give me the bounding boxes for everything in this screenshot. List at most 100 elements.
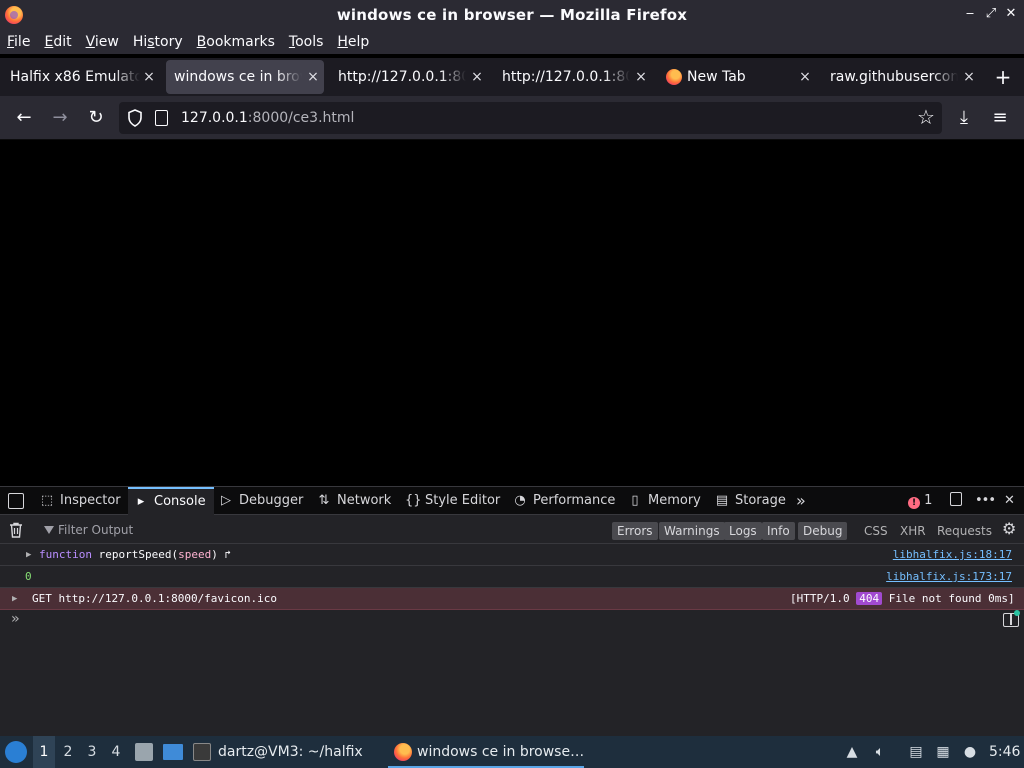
menu-bookmarks[interactable]: Bookmarks [197,34,275,50]
filter-debug-button[interactable]: Debug [798,522,848,540]
workspace-1[interactable]: 1 [33,736,55,768]
console-message[interactable]: ▶ function reportSpeed(speed) ↱ libhalfi… [0,544,1024,566]
tab-close-button[interactable]: × [634,60,648,94]
filter-warnings-button[interactable]: Warnings [659,522,725,540]
clear-console-icon[interactable] [9,522,23,538]
element-picker-icon[interactable] [8,493,24,509]
devtools-more-button[interactable]: ••• [975,487,996,515]
menu-history[interactable]: History [133,34,183,50]
url-text[interactable]: 127.0.0.1:8000/ce3.html [181,102,354,134]
tab-strip: Halfix x86 Emulator × windows ce in brow… [0,58,1024,96]
menu-help[interactable]: Help [337,34,369,50]
devtools-tab-storage[interactable]: ▤ Storage [715,487,786,515]
menu-file[interactable]: File [7,34,30,50]
downloads-button[interactable]: ⤓ [952,106,976,130]
tab-halfix[interactable]: Halfix x86 Emulator × [0,60,160,94]
tab-windows-ce[interactable]: windows ce in browser × [166,60,324,94]
tracking-shield-icon[interactable] [127,109,143,127]
console-settings-icon[interactable]: ⚙ [1002,520,1016,538]
devtools-tab-debugger[interactable]: ▷ Debugger [219,487,303,515]
filter-xhr-button[interactable]: XHR [900,522,926,540]
clock: 5:46 [989,744,1021,760]
network-icon[interactable]: ▦ [934,742,952,762]
network-icon: ⇅ [318,493,330,508]
filter-info-button[interactable]: Info [762,522,795,540]
error-icon: ! [908,497,920,509]
filter-logs-button[interactable]: Logs [724,522,762,540]
status-badge: 404 [856,592,883,605]
devtools-tab-memory[interactable]: ▯ Memory [628,487,700,515]
start-menu-icon[interactable] [5,741,27,763]
filter-css-button[interactable]: CSS [864,522,888,540]
tab-label: http://127.0.0.1:8000/ [338,69,466,85]
expand-caret-icon[interactable]: ▶ [12,588,22,610]
close-window-button[interactable]: ✕ [1003,6,1019,22]
tab-localhost-2[interactable]: http://127.0.0.1:8000/ × [492,60,652,94]
reload-button[interactable]: ↻ [84,106,108,130]
tab-close-button[interactable]: × [798,60,812,94]
devtools-overflow-button[interactable]: » [796,487,806,515]
tab-label: Halfix x86 Emulator [10,69,140,85]
notification-icon[interactable]: ● [961,742,979,762]
os-taskbar: 1 2 3 4 dartz@VM3: ~/halfix windows ce i… [0,736,1024,768]
url-bar[interactable]: 127.0.0.1:8000/ce3.html ☆ [119,102,942,134]
workspace-4[interactable]: 4 [105,736,127,768]
window-titlebar: windows ce in browser — Mozilla Firefox … [0,0,1024,30]
console-input-prompt[interactable]: » [11,611,19,627]
app-menu-button[interactable]: ≡ [988,106,1012,130]
expand-caret-icon[interactable]: ▶ [26,544,36,566]
tab-close-button[interactable]: × [306,60,320,94]
devtools-tab-inspector[interactable]: ⬚ Inspector [40,487,121,515]
tab-close-button[interactable]: × [142,60,156,94]
back-button[interactable]: ← [12,106,36,130]
filter-output-input[interactable]: Filter Output [42,520,342,540]
console-message: 0 libhalfix.js:173:17 [0,566,1024,588]
tab-close-button[interactable]: × [470,60,484,94]
error-count-badge[interactable]: ! 1 [908,487,932,515]
devtools-tab-console[interactable]: ▸ Console [128,487,214,515]
dock-options-icon[interactable] [950,487,966,515]
devtools-tab-network[interactable]: ⇅ Network [317,487,392,515]
filter-requests-button[interactable]: Requests [937,522,992,540]
console-network-error[interactable]: ▶ GET http://127.0.0.1:8000/favicon.ico … [0,588,1024,610]
devtools-tab-performance[interactable]: ◔ Performance [513,487,615,515]
taskbar-firefox[interactable]: windows ce in browse… [388,736,584,768]
maximize-button[interactable]: ⤢ [983,6,999,22]
storage-icon: ▤ [715,493,729,508]
forward-button[interactable]: → [48,106,72,130]
tab-label: New Tab [687,69,746,85]
new-tab-button[interactable]: + [992,66,1014,88]
updates-icon[interactable]: ▲ [843,742,861,762]
menu-view[interactable]: View [86,34,119,50]
window-title: windows ce in browser — Mozilla Firefox [336,6,688,24]
terminal-icon [193,743,211,761]
tab-localhost-1[interactable]: http://127.0.0.1:8000/ × [328,60,488,94]
tab-close-button[interactable]: × [962,60,976,94]
style-editor-icon: {} [405,493,422,508]
jump-to-definition-icon[interactable]: ↱ [224,548,231,561]
devtools-panel: ⬚ Inspector ▸ Console ▷ Debugger ⇅ Network {… [0,486,1024,737]
menu-tools[interactable]: Tools [289,34,324,50]
console-icon: ▸ [137,494,145,509]
volume-icon[interactable]: 🔈︎ [871,742,889,762]
page-info-icon[interactable] [155,110,168,126]
tab-label: windows ce in browser [174,69,302,85]
file-manager-icon[interactable] [135,743,153,761]
menu-edit[interactable]: Edit [44,34,71,50]
bookmark-star-icon[interactable]: ☆ [915,106,937,128]
devtools-tab-style-editor[interactable]: {} Style Editor [405,487,500,515]
page-content-canvas[interactable] [0,140,1024,486]
taskbar-terminal[interactable]: dartz@VM3: ~/halfix [218,736,363,768]
workspace-2[interactable]: 2 [57,736,79,768]
source-location-link[interactable]: libhalfix.js:173:17 [886,566,1012,588]
clipboard-icon[interactable]: ▤ [907,742,925,762]
workspace-3[interactable]: 3 [81,736,103,768]
filter-errors-button[interactable]: Errors [612,522,658,540]
source-location-link[interactable]: libhalfix.js:18:17 [893,544,1012,566]
performance-icon: ◔ [514,493,526,508]
devtools-close-button[interactable]: ✕ [1004,487,1015,515]
minimize-button[interactable]: ‒ [962,6,978,22]
tab-raw-github[interactable]: raw.githubusercontent.com × [820,60,980,94]
show-desktop-icon[interactable] [163,744,183,760]
tab-new-tab[interactable]: New Tab × [656,60,816,94]
